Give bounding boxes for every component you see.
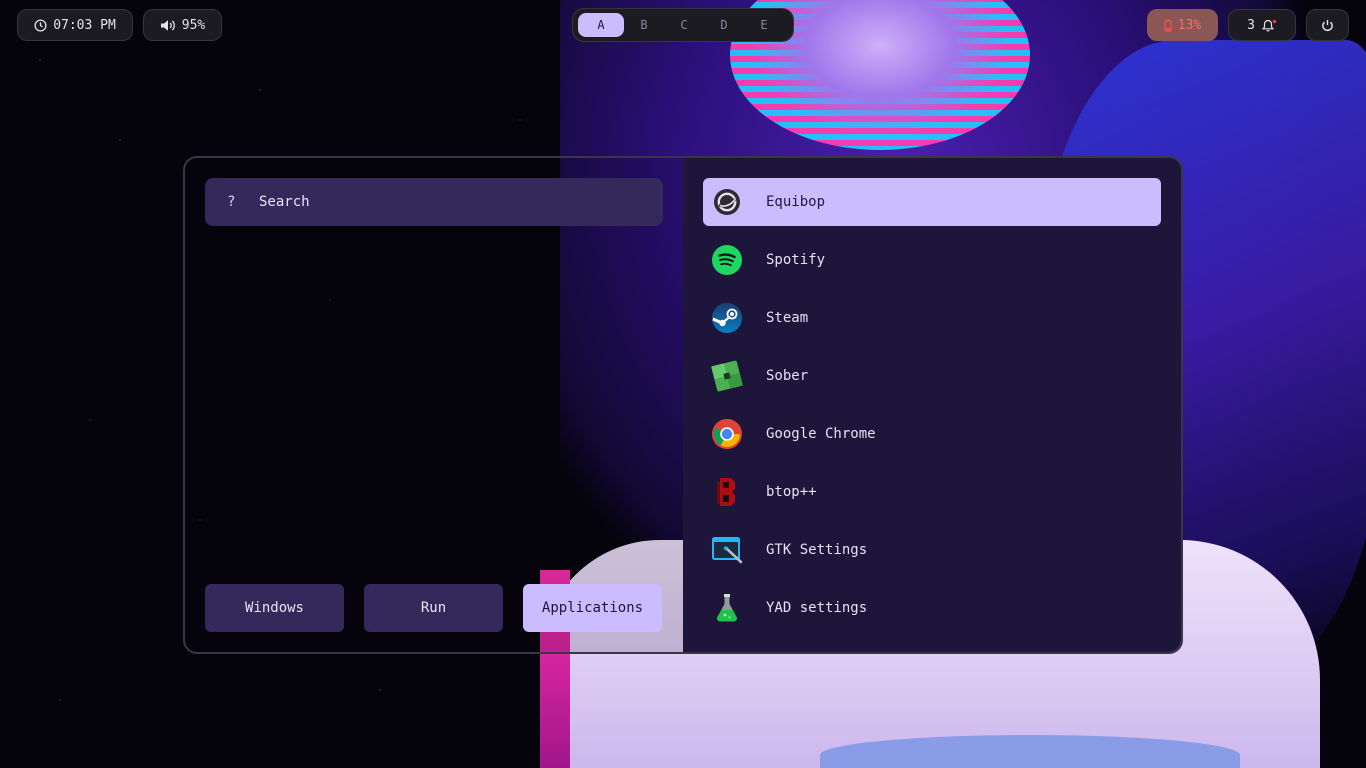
- clock-icon: [34, 18, 47, 32]
- app-item-gtk-settings[interactable]: GTK Settings: [703, 526, 1161, 574]
- steam-icon: [711, 302, 743, 334]
- clock-time: 07:03 PM: [53, 17, 116, 33]
- workspace-switcher: A B C D E: [572, 8, 794, 42]
- spotify-icon: [711, 244, 743, 276]
- launcher-left-pane: ? Windows Run Applications: [185, 158, 683, 652]
- battery-widget[interactable]: 13%: [1147, 9, 1218, 41]
- workspace-c[interactable]: C: [664, 13, 704, 37]
- clock-widget[interactable]: 07:03 PM: [17, 9, 133, 41]
- notifications-widget[interactable]: 3: [1228, 9, 1296, 41]
- volume-widget[interactable]: 95%: [143, 9, 222, 41]
- mode-windows-button[interactable]: Windows: [205, 584, 344, 632]
- app-label: GTK Settings: [766, 542, 868, 558]
- app-item-spotify[interactable]: Spotify: [703, 236, 1161, 284]
- app-item-equibop[interactable]: Equibop: [703, 178, 1161, 226]
- volume-level: 95%: [181, 17, 206, 33]
- app-label: YAD settings: [766, 600, 868, 616]
- app-item-sober[interactable]: Sober: [703, 352, 1161, 400]
- equibop-icon: [711, 186, 743, 218]
- mode-run-button[interactable]: Run: [364, 584, 503, 632]
- search-input[interactable]: [259, 194, 639, 210]
- yad-flask-icon: [711, 592, 743, 624]
- battery-level: 13%: [1177, 17, 1202, 33]
- app-label: btop++: [766, 484, 817, 500]
- search-prefix-icon: ?: [227, 194, 236, 210]
- workspace-a[interactable]: A: [578, 13, 624, 37]
- app-label: Spotify: [766, 252, 826, 268]
- app-item-steam[interactable]: Steam: [703, 294, 1161, 342]
- btop-icon: [711, 476, 743, 508]
- speaker-icon: [160, 19, 176, 32]
- search-bar[interactable]: ?: [205, 178, 663, 226]
- chrome-icon: [711, 418, 743, 450]
- workspace-e[interactable]: E: [744, 13, 784, 37]
- notification-count: 3: [1247, 17, 1255, 33]
- workspace-d[interactable]: D: [704, 13, 744, 37]
- mode-applications-button[interactable]: Applications: [523, 584, 662, 632]
- workspace-b[interactable]: B: [624, 13, 664, 37]
- app-label: Sober: [766, 368, 809, 384]
- app-label: Steam: [766, 310, 809, 326]
- bell-icon: [1261, 19, 1277, 32]
- app-label: Google Chrome: [766, 426, 876, 442]
- power-icon: [1321, 19, 1334, 32]
- power-button[interactable]: [1306, 9, 1349, 41]
- sober-icon: [711, 360, 743, 392]
- app-launcher: ? Windows Run Applications Equibop Spoti…: [183, 156, 1183, 654]
- app-item-yad-settings[interactable]: YAD settings: [703, 584, 1161, 632]
- app-list: Equibop Spotify Steam Sober Google Chrom…: [683, 158, 1181, 652]
- app-item-google-chrome[interactable]: Google Chrome: [703, 410, 1161, 458]
- gtk-settings-icon: [711, 534, 743, 566]
- battery-low-icon: [1164, 19, 1172, 32]
- wallpaper-collar: [820, 735, 1240, 768]
- app-item-btop[interactable]: btop++: [703, 468, 1161, 516]
- app-label: Equibop: [766, 194, 826, 210]
